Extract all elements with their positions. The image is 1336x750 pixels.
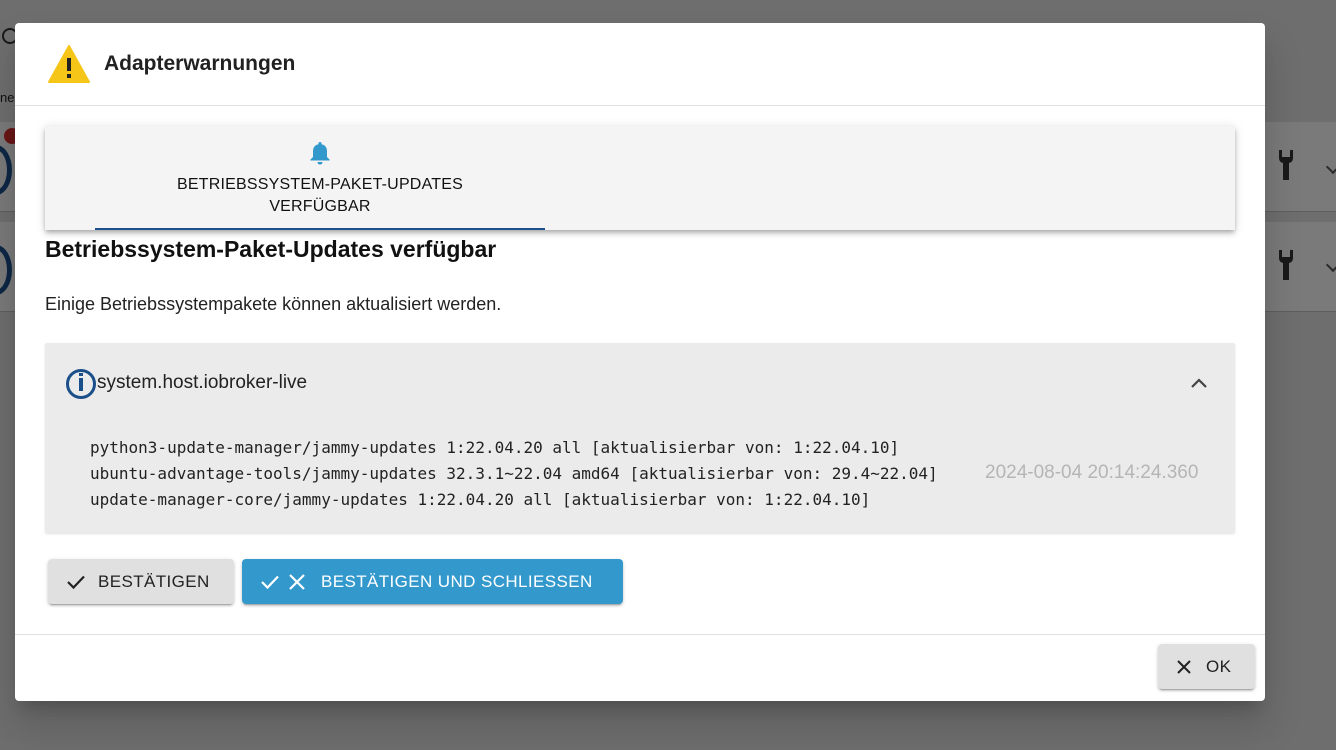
- dialog-title: Adapterwarnungen: [104, 52, 296, 75]
- dialog-footer: [15, 634, 1265, 701]
- package-line: update-manager-core/jammy-updates 1:22.0…: [90, 490, 871, 509]
- host-warning-panel: system.host.iobroker-live python3-update…: [45, 343, 1235, 533]
- tabs-bar: BETRIEBSSYSTEM-PAKET-UPDATES VERFÜGBAR: [45, 126, 1235, 230]
- close-icon: [1177, 659, 1191, 674]
- panel-header[interactable]: system.host.iobroker-live: [45, 343, 1235, 423]
- tab-label: BETRIEBSSYSTEM-PAKET-UPDATES VERFÜGBAR: [177, 176, 463, 215]
- host-name: system.host.iobroker-live: [97, 372, 308, 393]
- ok-button-label: OK: [1206, 656, 1232, 676]
- package-line: python3-update-manager/jammy-updates 1:2…: [90, 438, 900, 457]
- dialog-header: Adapterwarnungen: [15, 23, 1265, 106]
- confirm-button-label: BESTÄTIGEN: [98, 571, 210, 591]
- package-line: ubuntu-advantage-tools/jammy-updates 32.…: [90, 464, 938, 483]
- warning-icon: [48, 45, 90, 83]
- package-list: python3-update-manager/jammy-updates 1:2…: [90, 435, 938, 513]
- section-description: Einige Betriebssystempakete können aktua…: [45, 294, 502, 314]
- adapter-warnings-dialog: Adapterwarnungen BETRIEBSSYSTEM-PAKET-UP…: [15, 23, 1265, 701]
- chevron-up-icon[interactable]: [1189, 375, 1209, 391]
- confirm-button[interactable]: BESTÄTIGEN: [48, 559, 234, 604]
- confirm-and-close-button[interactable]: BESTÄTIGEN UND SCHLIESSEN: [242, 559, 623, 604]
- iobroker-logo-icon: [66, 369, 96, 399]
- bell-icon: [310, 142, 330, 165]
- section-title: Betriebssystem-Paket-Updates verfügbar: [45, 236, 497, 262]
- tab-indicator: [95, 228, 545, 230]
- check-icon: [261, 575, 279, 589]
- warning-timestamp: 2024-08-04 20:14:24.360: [985, 462, 1199, 483]
- close-icon: [289, 573, 305, 590]
- check-icon: [67, 575, 85, 589]
- confirm-and-close-button-label: BESTÄTIGEN UND SCHLIESSEN: [321, 571, 593, 591]
- ok-button[interactable]: OK: [1158, 644, 1255, 689]
- tab-os-package-updates[interactable]: BETRIEBSSYSTEM-PAKET-UPDATES VERFÜGBAR: [95, 126, 545, 230]
